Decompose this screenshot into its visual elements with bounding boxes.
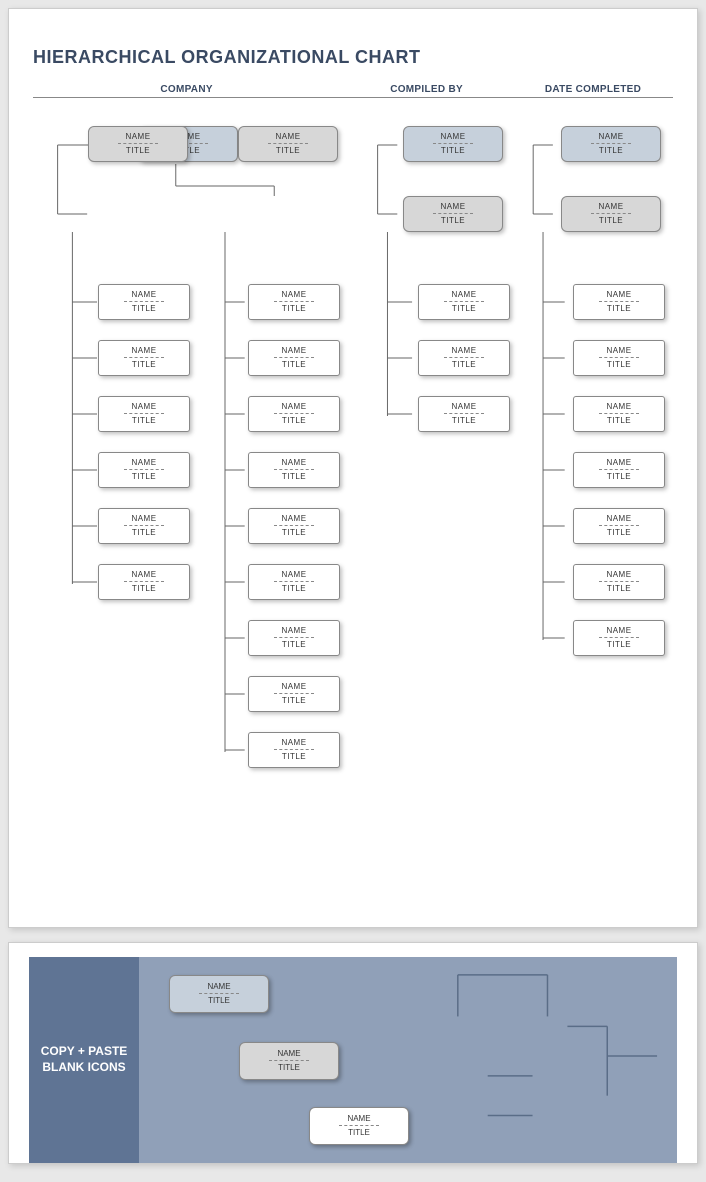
copy-paste-page: COPY + PASTE BLANK ICONS NAMETITLE NAMET… xyxy=(8,942,698,1164)
leaf-node[interactable]: NAMETITLE xyxy=(573,340,665,376)
leaf-node[interactable]: NAMETITLE xyxy=(418,284,510,320)
branch2-top[interactable]: NAMETITLE xyxy=(403,126,503,162)
leaf-node[interactable]: NAMETITLE xyxy=(98,508,190,544)
copy-paste-samples: NAMETITLE NAMETITLE NAMETITLE xyxy=(139,957,677,1163)
leaf-node[interactable]: NAMETITLE xyxy=(573,284,665,320)
leaf-node[interactable]: NAMETITLE xyxy=(248,340,340,376)
sample-white-box[interactable]: NAMETITLE xyxy=(309,1107,409,1145)
leaf-node[interactable]: NAMETITLE xyxy=(573,452,665,488)
node-title: TITLE xyxy=(93,146,183,155)
branch1-mid-a[interactable]: NAME TITLE xyxy=(88,126,188,162)
branch3-top[interactable]: NAMETITLE xyxy=(561,126,661,162)
leaf-node[interactable]: NAMETITLE xyxy=(98,340,190,376)
leaf-node[interactable]: NAMETITLE xyxy=(248,508,340,544)
org-chart-page: HIERARCHICAL ORGANIZATIONAL CHART COMPAN… xyxy=(8,8,698,928)
node-name: NAME xyxy=(93,132,183,141)
leaf-node[interactable]: NAMETITLE xyxy=(573,620,665,656)
header-compiled-by: COMPILED BY xyxy=(340,84,513,95)
sample-gray-box[interactable]: NAMETITLE xyxy=(239,1042,339,1080)
copy-paste-panel: COPY + PASTE BLANK ICONS NAMETITLE NAMET… xyxy=(29,957,677,1163)
leaf-node[interactable]: NAMETITLE xyxy=(573,508,665,544)
leaf-node[interactable]: NAMETITLE xyxy=(248,452,340,488)
copy-paste-label: COPY + PASTE BLANK ICONS xyxy=(29,957,139,1163)
page-title: HIERARCHICAL ORGANIZATIONAL CHART xyxy=(33,47,673,68)
sample-blue-box[interactable]: NAMETITLE xyxy=(169,975,269,1013)
node-name: NAME xyxy=(243,132,333,141)
leaf-node[interactable]: NAMETITLE xyxy=(98,452,190,488)
leaf-node[interactable]: NAMETITLE xyxy=(248,396,340,432)
leaf-node[interactable]: NAMETITLE xyxy=(248,620,340,656)
leaf-node[interactable]: NAMETITLE xyxy=(418,340,510,376)
leaf-node[interactable]: NAMETITLE xyxy=(573,564,665,600)
branch2-mid[interactable]: NAMETITLE xyxy=(403,196,503,232)
node-title: TITLE xyxy=(243,146,333,155)
leaf-node[interactable]: NAMETITLE xyxy=(573,396,665,432)
leaf-node[interactable]: NAMETITLE xyxy=(98,564,190,600)
branch1-mid-b[interactable]: NAME TITLE xyxy=(238,126,338,162)
header-row: COMPANY COMPILED BY DATE COMPLETED xyxy=(33,84,673,98)
leaf-node[interactable]: NAMETITLE xyxy=(248,732,340,768)
leaf-node[interactable]: NAMETITLE xyxy=(248,284,340,320)
chart-canvas: NAME TITLE NAME TITLE NAME TITLE NAMETIT… xyxy=(33,126,673,916)
header-date-completed: DATE COMPLETED xyxy=(513,84,673,95)
leaf-node[interactable]: NAMETITLE xyxy=(248,564,340,600)
leaf-node[interactable]: NAMETITLE xyxy=(418,396,510,432)
branch3-mid[interactable]: NAMETITLE xyxy=(561,196,661,232)
header-company: COMPANY xyxy=(33,84,340,95)
leaf-node[interactable]: NAMETITLE xyxy=(98,284,190,320)
leaf-node[interactable]: NAMETITLE xyxy=(248,676,340,712)
leaf-node[interactable]: NAMETITLE xyxy=(98,396,190,432)
